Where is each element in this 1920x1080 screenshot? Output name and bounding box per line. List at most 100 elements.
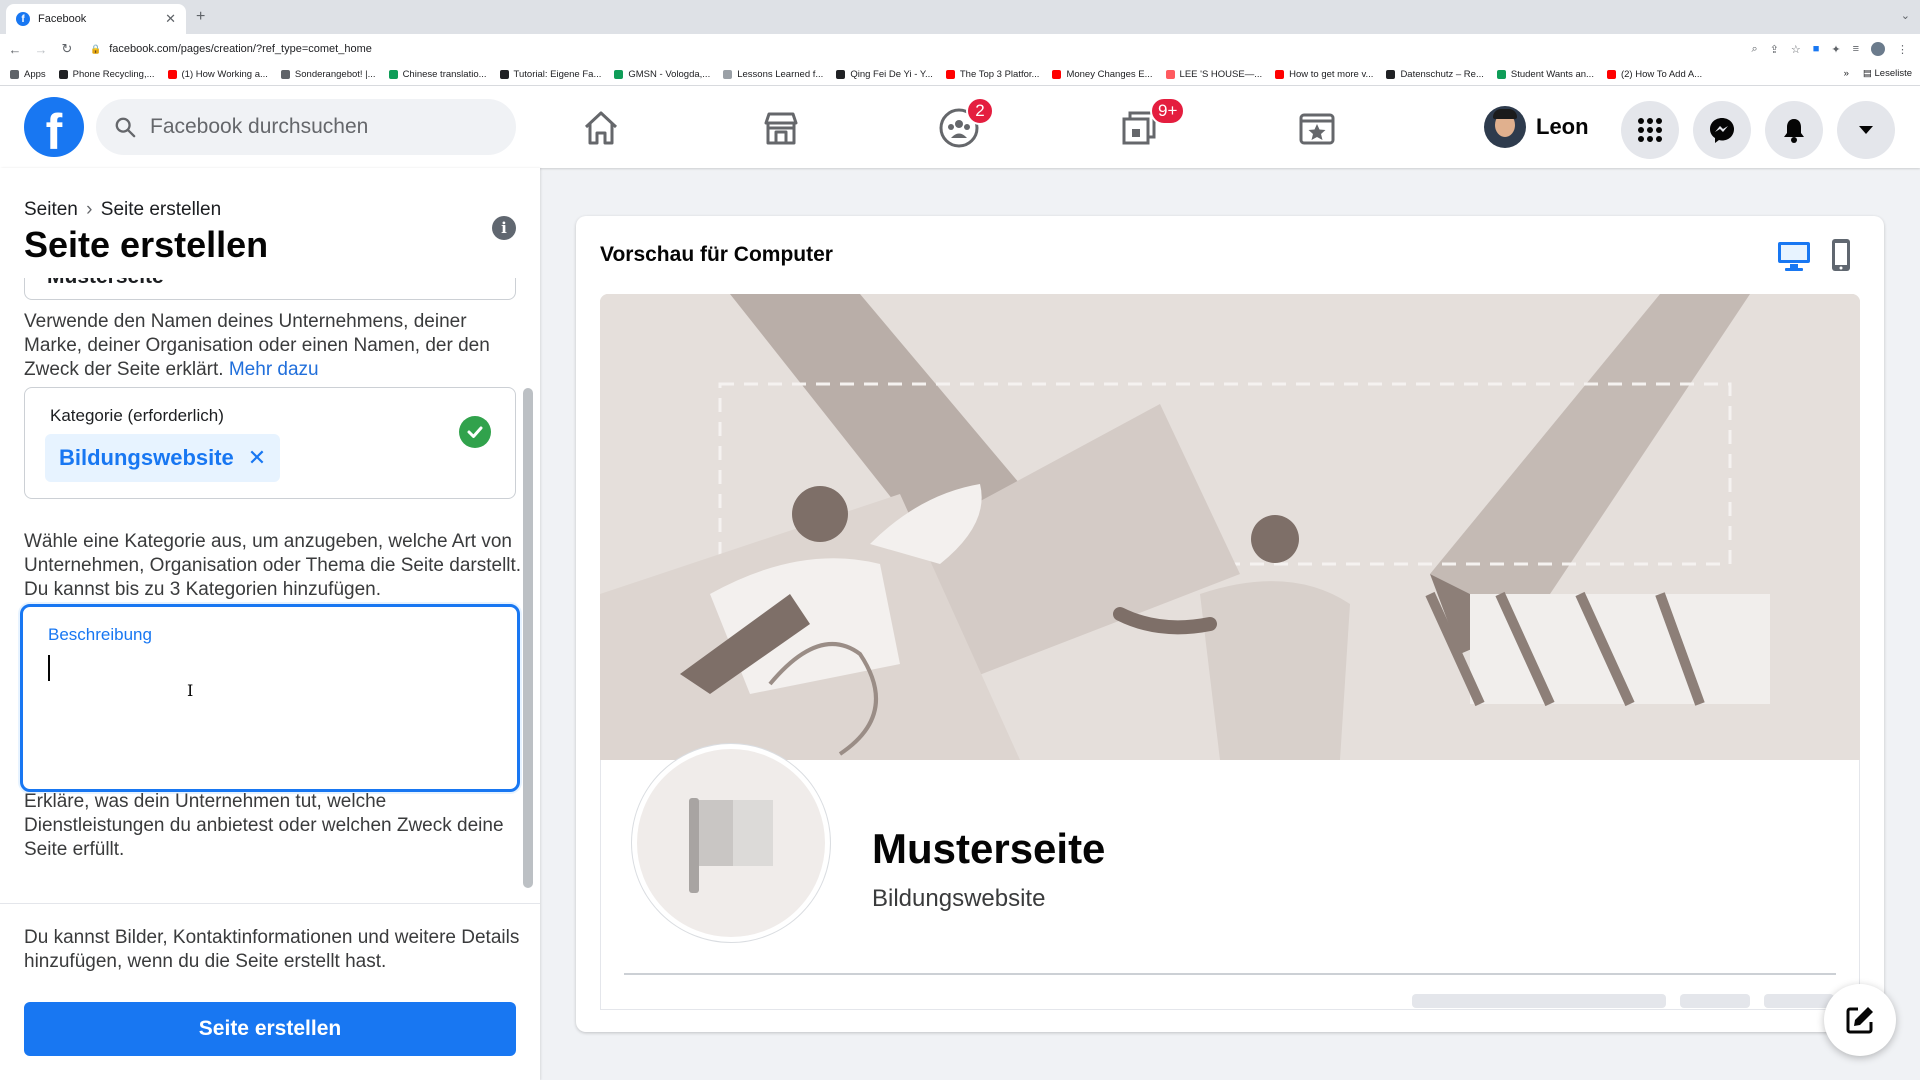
bookmark-label: (1) How Working a... [181, 69, 268, 80]
back-icon[interactable]: ← [4, 42, 26, 57]
browser-menu-icon[interactable]: ⋮ [1897, 43, 1908, 56]
bookmark-favicon-icon [1275, 70, 1285, 79]
bookmark-item[interactable]: Phone Recycling,... [58, 69, 155, 80]
notifications-button[interactable] [1765, 101, 1823, 159]
page-name-field[interactable]: Musterseite [24, 278, 516, 300]
new-message-button[interactable] [1824, 984, 1896, 1056]
bookmark-favicon-icon [167, 70, 177, 79]
form-scroll-area[interactable]: Musterseite Verwende den Namen deines Un… [0, 278, 540, 903]
profile-button[interactable]: Leon [1484, 104, 1589, 150]
bookmark-item[interactable]: How to get more v... [1275, 69, 1373, 80]
footer-note: Du kannst Bilder, Kontaktinformationen u… [24, 927, 520, 972]
browser-profile-icon[interactable] [1871, 42, 1885, 56]
bookmark-favicon-icon [10, 70, 19, 79]
bookmark-item[interactable]: Money Changes E... [1052, 69, 1153, 80]
profile-name: Leon [1536, 114, 1589, 139]
bookmark-item[interactable]: Tutorial: Eigene Fa... [499, 69, 602, 80]
bookmark-item[interactable]: The Top 3 Platfor... [945, 69, 1039, 80]
share-icon[interactable]: ⇪ [1770, 43, 1779, 56]
category-chip[interactable]: Bildungswebsite ✕ [45, 434, 281, 482]
desktop-preview-icon[interactable] [1776, 240, 1812, 272]
cover-illustration [600, 294, 1860, 760]
bookmark-favicon-icon [1496, 70, 1506, 79]
footer-divider [0, 903, 540, 904]
bookmark-label: Sonderangebot! |... [294, 69, 376, 80]
bookmark-label: Apps [24, 69, 46, 80]
create-page-panel: Seiten › Seite erstellen Seite erstellen… [0, 168, 540, 1080]
bookmark-item[interactable]: Qing Fei De Yi - Y... [836, 69, 933, 80]
breadcrumb-pages-link[interactable]: Seiten [24, 199, 78, 220]
facebook-logo-icon[interactable]: f [24, 97, 84, 157]
bookmark-label: (2) How To Add A... [1620, 69, 1703, 80]
search-input[interactable] [150, 115, 450, 139]
reading-mode-icon[interactable]: ≡ [1853, 43, 1859, 55]
lock-icon[interactable]: 🔒 [90, 44, 101, 55]
bookmark-item[interactable]: GMSN - Vologda,... [614, 69, 710, 80]
bookmark-item[interactable]: (1) How Working a... [167, 69, 268, 80]
extensions-puzzle-icon[interactable]: ✦ [1831, 43, 1840, 56]
browser-tab[interactable]: f Facebook ✕ [6, 4, 186, 34]
home-icon[interactable] [580, 107, 622, 149]
description-input[interactable] [47, 651, 487, 771]
tab-search-chevron-icon[interactable]: ⌄ [1901, 9, 1910, 22]
category-field[interactable]: Kategorie (erforderlich) Bildungswebsite… [24, 387, 516, 499]
page-title: Seite erstellen [24, 224, 269, 265]
extension-facebook-icon[interactable]: ■ [1813, 43, 1820, 55]
learn-more-link[interactable]: Mehr dazu [229, 359, 319, 380]
url-text: facebook.com/pages/creation/?ref_type=co… [109, 43, 372, 55]
bookmark-item[interactable]: Sonderangebot! |... [280, 69, 376, 80]
gaming-icon[interactable]: 9+ [1118, 97, 1186, 149]
preview-placeholder-button [1764, 994, 1834, 1008]
reload-icon[interactable]: ↻ [56, 41, 78, 57]
forward-icon[interactable]: → [30, 42, 52, 57]
bookmark-item[interactable]: Lessons Learned f... [723, 69, 823, 80]
bookmarks-more-icon[interactable]: » [1844, 68, 1849, 79]
pages-star-icon[interactable] [1296, 107, 1338, 149]
messenger-button[interactable] [1693, 101, 1751, 159]
tab-title: Facebook [38, 13, 87, 25]
compose-icon [1846, 1007, 1873, 1034]
url-field[interactable]: 🔒 facebook.com/pages/creation/?ref_type=… [90, 37, 1741, 61]
browser-tabbar: f Facebook ✕ + ⌄ [0, 0, 1920, 34]
bookmark-item[interactable]: Apps [10, 69, 46, 80]
preview-page-category: Bildungswebsite [872, 885, 1046, 912]
bookmark-label: Tutorial: Eigene Fa... [513, 69, 602, 80]
account-menu-button[interactable] [1837, 101, 1895, 159]
remove-category-icon[interactable]: ✕ [248, 445, 266, 471]
category-chip-label: Bildungswebsite [59, 445, 234, 470]
bookmark-favicon-icon [836, 70, 846, 79]
preview-card: Vorschau für Computer Musterseite Bildun… [576, 216, 1884, 1032]
groups-badge: 2 [966, 97, 994, 125]
search-bar[interactable] [96, 99, 516, 155]
address-bar-actions: ⌕ ⇪ ☆ ■ ✦ ≡ ⋮ [1751, 42, 1908, 56]
browser-address-bar: ← → ↻ 🔒 facebook.com/pages/creation/?ref… [0, 34, 1920, 64]
preview-title: Vorschau für Computer [600, 243, 833, 266]
marketplace-icon[interactable] [760, 107, 802, 149]
bookmark-label: Money Changes E... [1066, 69, 1153, 80]
close-tab-icon[interactable]: ✕ [165, 11, 176, 27]
zoom-icon[interactable]: ⌕ [1751, 43, 1757, 56]
preview-divider [624, 973, 1836, 975]
bookmark-item[interactable]: Student Wants an... [1496, 69, 1594, 80]
bookmark-item[interactable]: Chinese translatio... [388, 69, 487, 80]
bookmark-favicon-icon [945, 70, 955, 79]
bookmark-item[interactable]: Datenschutz – Re... [1386, 69, 1484, 80]
create-page-button[interactable]: Seite erstellen [24, 1002, 516, 1056]
text-caret [48, 655, 50, 681]
new-tab-icon[interactable]: + [196, 8, 205, 26]
form-scrollbar[interactable] [523, 388, 533, 888]
groups-icon[interactable]: 2 [938, 97, 994, 149]
bookmark-favicon-icon [614, 70, 624, 79]
bookmark-item[interactable]: LEE 'S HOUSE—... [1165, 69, 1263, 80]
mobile-preview-icon[interactable] [1830, 238, 1852, 272]
reading-list[interactable]: ▤ Leseliste [1863, 68, 1912, 79]
bookmark-item[interactable]: (2) How To Add A... [1606, 69, 1703, 80]
info-icon[interactable]: i [492, 216, 516, 240]
facebook-favicon-icon: f [16, 12, 30, 26]
bookmark-star-icon[interactable]: ☆ [1791, 43, 1801, 56]
bookmark-label: Chinese translatio... [402, 69, 487, 80]
menu-grid-button[interactable] [1621, 101, 1679, 159]
description-field[interactable]: Beschreibung I [20, 604, 520, 792]
reading-list-label: Leseliste [1874, 68, 1913, 79]
bookmark-label: LEE 'S HOUSE—... [1179, 69, 1263, 80]
